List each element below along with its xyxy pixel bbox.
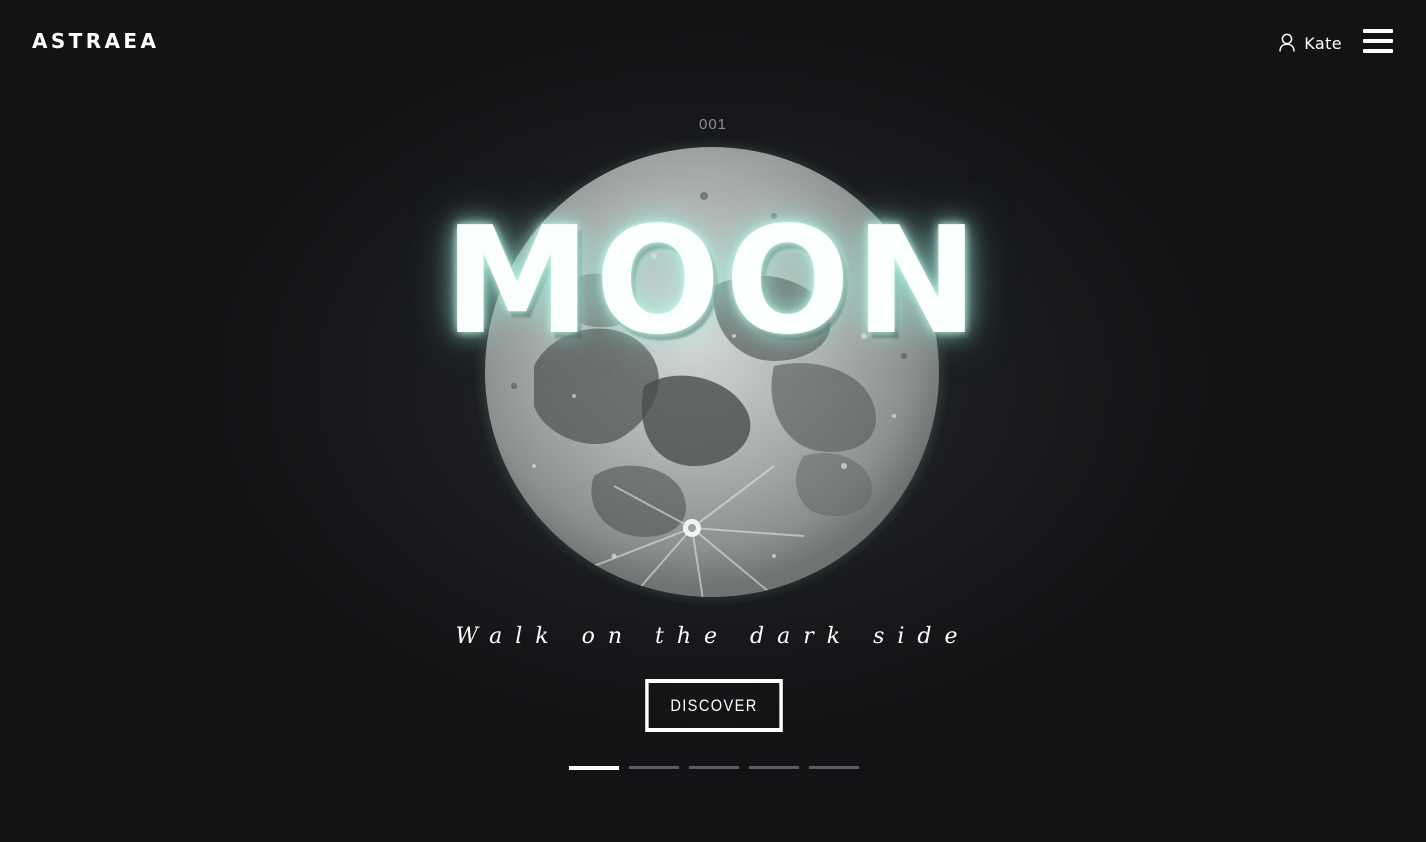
slide-pager bbox=[569, 766, 859, 770]
hamburger-menu-icon[interactable] bbox=[1363, 28, 1393, 54]
hero-tagline: Walk on the dark side bbox=[455, 624, 971, 649]
pager-dot-1[interactable] bbox=[569, 766, 619, 770]
hero-title: MOON bbox=[443, 195, 983, 367]
discover-button[interactable]: DISCOVER bbox=[645, 679, 783, 732]
pager-dot-4[interactable] bbox=[749, 766, 799, 769]
discover-button-label: DISCOVER bbox=[670, 696, 758, 715]
pager-dot-3[interactable] bbox=[689, 766, 739, 769]
user-account-link[interactable]: Kate bbox=[1278, 31, 1342, 55]
pager-dot-2[interactable] bbox=[629, 766, 679, 769]
user-name: Kate bbox=[1304, 33, 1342, 53]
pager-dot-5[interactable] bbox=[809, 766, 859, 769]
user-icon bbox=[1278, 33, 1296, 53]
site-logo[interactable]: ASTRAEA bbox=[32, 28, 159, 54]
slide-number: 001 bbox=[698, 116, 728, 133]
